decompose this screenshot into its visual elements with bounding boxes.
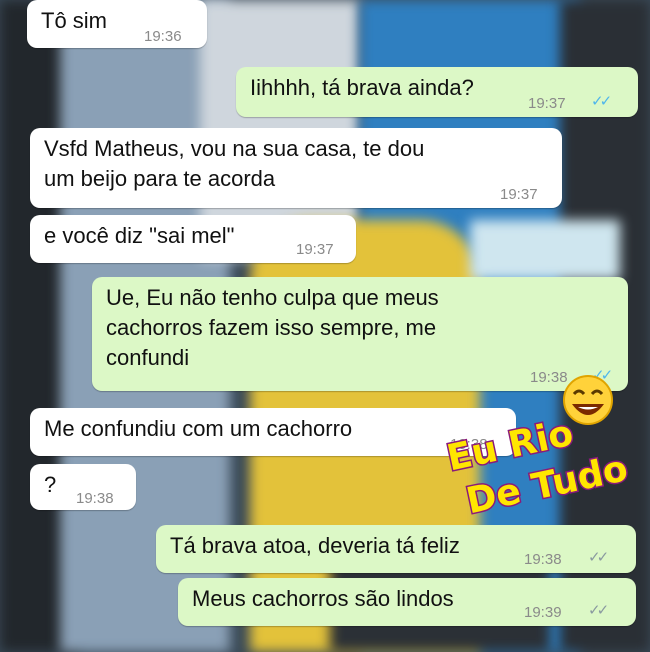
laughing-emoji-icon [563, 375, 613, 425]
message-time: 19:37 [296, 241, 334, 258]
message-time: 19:37 [528, 95, 566, 112]
message-text: Ue, Eu não tenho culpa que meus cachorro… [106, 285, 439, 370]
message-time: 19:36 [144, 28, 182, 45]
message-text: ? [44, 472, 57, 497]
message-time: 19:37 [500, 186, 538, 203]
double-check-icon: ✓✓ [591, 93, 612, 110]
chat-conversation: Tô sim 19:36 Iihhhh, tá brava ainda? 19:… [0, 0, 650, 652]
message-bubble-outgoing[interactable]: Meus cachorros são lindos 19:39 ✓✓ [178, 578, 636, 626]
message-bubble-incoming[interactable]: Vsfd Matheus, vou na sua casa, te dou um… [30, 128, 562, 208]
watermark-logo: Eu Rio De Tudo [442, 375, 628, 522]
message-bubble-incoming[interactable]: ? 19:38 [30, 464, 136, 510]
message-bubble-incoming[interactable]: e você diz "sai mel" 19:37 [30, 215, 356, 263]
message-text: Tá brava atoa, deveria tá feliz [170, 533, 460, 558]
message-bubble-incoming[interactable]: Tô sim 19:36 [27, 0, 207, 48]
message-time: 19:38 [76, 490, 114, 507]
message-time: 19:39 [524, 604, 562, 621]
message-bubble-outgoing[interactable]: Tá brava atoa, deveria tá feliz 19:38 ✓✓ [156, 525, 636, 573]
double-check-icon: ✓✓ [588, 602, 609, 619]
double-check-icon: ✓✓ [588, 549, 609, 566]
message-time: 19:38 [524, 551, 562, 568]
message-text: Iihhhh, tá brava ainda? [250, 75, 474, 100]
message-bubble-outgoing[interactable]: Iihhhh, tá brava ainda? 19:37 ✓✓ [236, 67, 638, 117]
message-text: e você diz "sai mel" [44, 223, 235, 248]
message-text: Me confundiu com um cachorro [44, 416, 353, 441]
message-text: Meus cachorros são lindos [192, 586, 454, 611]
message-text: Vsfd Matheus, vou na sua casa, te dou um… [44, 136, 425, 191]
message-text: Tô sim [41, 8, 107, 33]
